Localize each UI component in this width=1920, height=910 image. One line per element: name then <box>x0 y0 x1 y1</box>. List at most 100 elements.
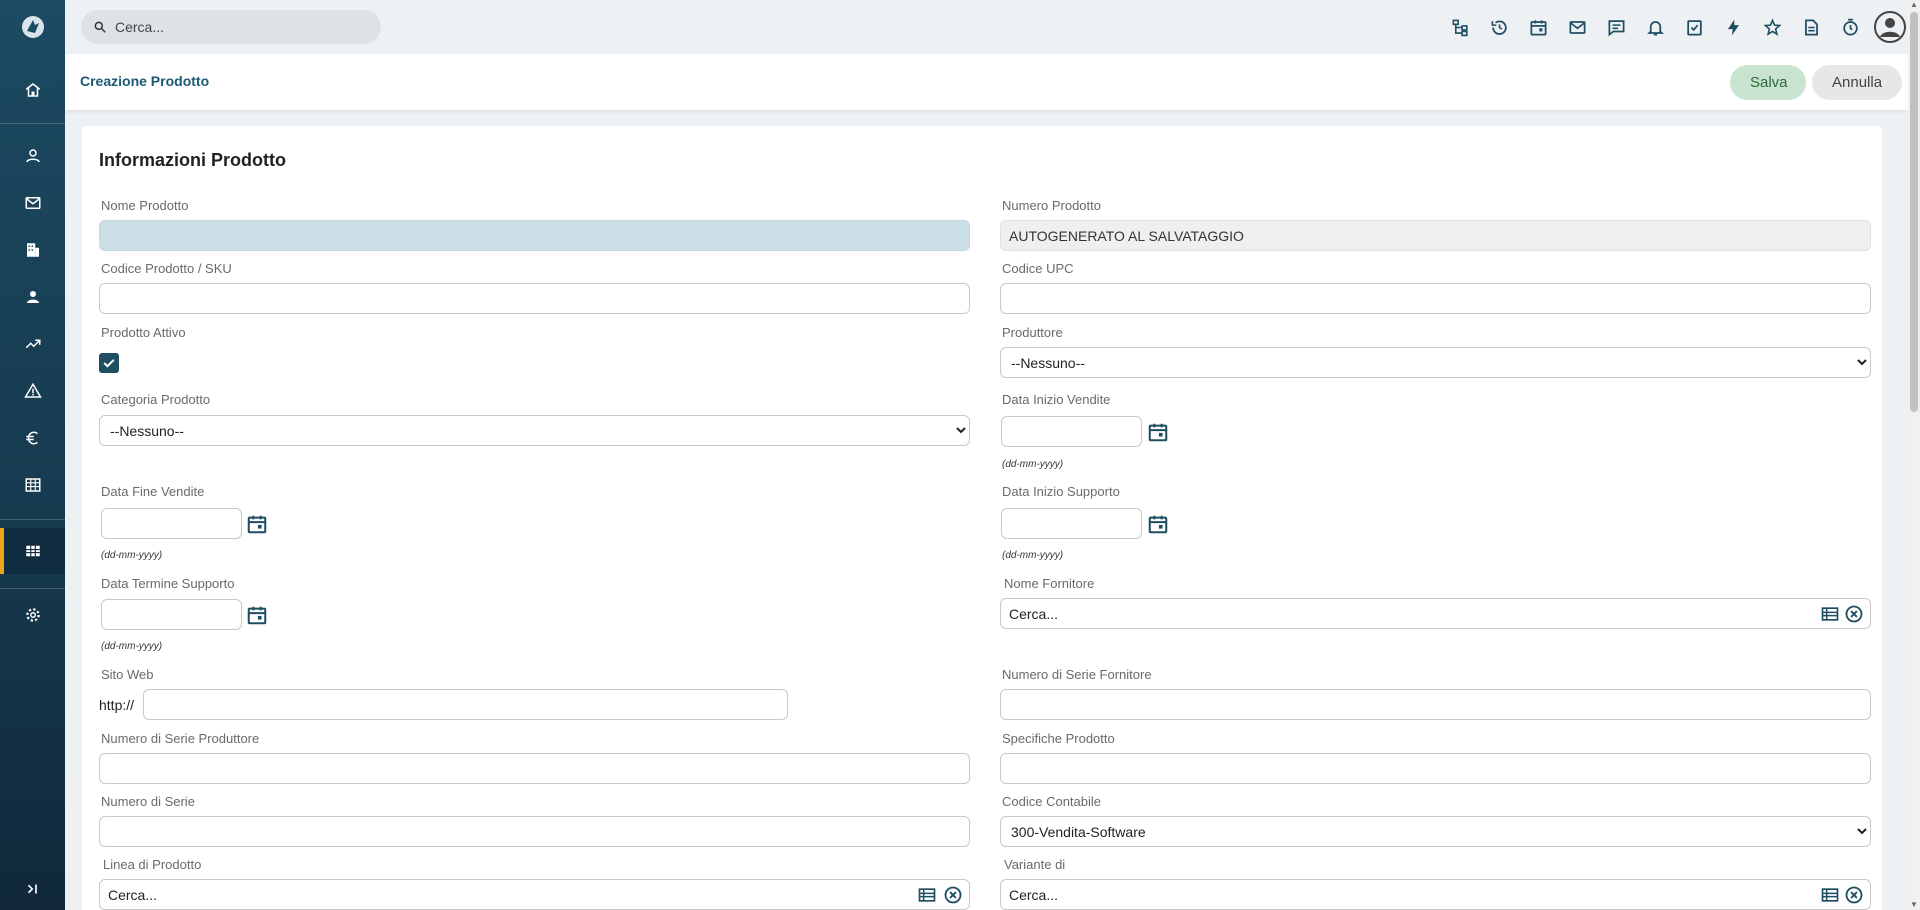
sidebar-item-home[interactable] <box>0 67 65 113</box>
fornitore-clear-button[interactable] <box>1844 604 1864 624</box>
linea-prodotto-input[interactable] <box>108 880 717 909</box>
linea-clear-button[interactable] <box>943 885 963 905</box>
calendar-icon <box>247 606 267 625</box>
data-inizio-vendite-input[interactable] <box>1001 416 1142 447</box>
contact-icon <box>26 291 39 303</box>
numero-serie-input[interactable] <box>99 816 970 847</box>
data-termine-supporto-label: Data Termine Supporto <box>101 576 235 591</box>
app-logo[interactable] <box>0 0 65 54</box>
scroll-down-arrow[interactable]: ▼ <box>1909 900 1919 910</box>
sidebar <box>0 0 65 910</box>
nome-fornitore-label: Nome Fornitore <box>1004 576 1095 591</box>
history-button[interactable] <box>1480 7 1519 47</box>
serie-produttore-input[interactable] <box>99 753 970 784</box>
prodotto-attivo-label: Prodotto Attivo <box>101 325 186 340</box>
linea-prodotto-lookup <box>99 879 970 910</box>
grid-icon <box>25 545 40 557</box>
clear-icon <box>1845 886 1863 904</box>
sidebar-item-quotes[interactable] <box>0 415 65 461</box>
categoria-select[interactable]: --Nessuno-- <box>99 415 970 446</box>
timer-button[interactable] <box>1831 7 1870 47</box>
codice-upc-input[interactable] <box>1000 283 1871 314</box>
mail-icon <box>25 197 40 209</box>
list-icon <box>1821 888 1839 902</box>
documents-button[interactable] <box>1792 7 1831 47</box>
sidebar-item-accounts[interactable] <box>0 227 65 273</box>
fornitore-list-button[interactable] <box>1820 604 1840 624</box>
data-termine-supporto-input[interactable] <box>101 599 242 630</box>
notifications-button[interactable] <box>1636 7 1675 47</box>
user-icon <box>25 149 40 163</box>
linea-list-button[interactable] <box>917 885 937 905</box>
clear-icon <box>1845 605 1863 623</box>
codice-upc-label: Codice UPC <box>1002 261 1074 276</box>
gear-icon <box>25 608 40 622</box>
nome-prodotto-input[interactable] <box>99 220 970 251</box>
sidebar-divider <box>0 519 65 520</box>
sidebar-item-users[interactable] <box>0 133 65 179</box>
produttore-select[interactable]: --Nessuno-- <box>1000 347 1871 378</box>
page-title: Creazione Prodotto <box>80 73 210 89</box>
data-inizio-supporto-input[interactable] <box>1001 508 1142 539</box>
nome-fornitore-lookup <box>1000 598 1871 629</box>
sidebar-item-settings[interactable] <box>0 592 65 638</box>
save-button[interactable]: Salva <box>1730 65 1806 100</box>
variante-clear-button[interactable] <box>1844 885 1864 905</box>
numero-prodotto-field: AUTOGENERATO AL SALVATAGGIO <box>1000 220 1871 251</box>
page-scrollbar[interactable]: ▲ ▼ <box>1908 0 1920 910</box>
task-icon <box>1687 19 1702 35</box>
data-fine-vendite-calendar-button[interactable] <box>246 513 268 535</box>
search-input[interactable] <box>115 19 365 35</box>
codice-prodotto-input[interactable] <box>99 283 970 314</box>
quick-actions-button[interactable] <box>1714 7 1753 47</box>
bell-icon <box>1647 20 1664 35</box>
calendar-icon <box>1148 515 1168 534</box>
data-fine-vendite-input[interactable] <box>101 508 242 539</box>
data-inizio-vendite-calendar-button[interactable] <box>1147 421 1169 443</box>
variante-input[interactable] <box>1009 880 1618 909</box>
hierarchy-button[interactable] <box>1441 7 1480 47</box>
variante-label: Variante di <box>1004 857 1066 872</box>
nome-prodotto-label: Nome Prodotto <box>101 198 189 213</box>
user-avatar[interactable] <box>1874 11 1906 43</box>
hierarchy-icon <box>1452 19 1468 36</box>
sidebar-item-mail[interactable] <box>0 180 65 226</box>
prodotto-attivo-checkbox[interactable] <box>99 353 119 373</box>
sidebar-collapse-button[interactable] <box>0 866 65 910</box>
chat-button[interactable] <box>1597 7 1636 47</box>
calendar-button[interactable] <box>1519 7 1558 47</box>
sito-web-input[interactable] <box>143 689 788 720</box>
codice-prodotto-label: Codice Prodotto / SKU <box>101 261 232 276</box>
sidebar-item-contacts[interactable] <box>0 274 65 320</box>
data-inizio-supporto-calendar-button[interactable] <box>1147 513 1169 535</box>
calendar-icon <box>247 515 267 534</box>
nome-fornitore-input[interactable] <box>1009 599 1618 628</box>
product-form-card: Informazioni Prodotto Nome Prodotto Nume… <box>82 126 1882 910</box>
sidebar-item-opportunities[interactable] <box>0 321 65 367</box>
numero-prodotto-label: Numero Prodotto <box>1002 198 1101 213</box>
specifiche-input[interactable] <box>1000 753 1871 784</box>
tasks-button[interactable] <box>1675 7 1714 47</box>
scroll-up-arrow[interactable]: ▲ <box>1909 0 1919 10</box>
codice-contabile-select[interactable]: 300-Vendita-Software <box>1000 816 1871 847</box>
global-search[interactable] <box>81 10 381 44</box>
data-termine-supporto-calendar-button[interactable] <box>246 604 268 626</box>
star-icon <box>1763 17 1782 36</box>
calendar-icon <box>1530 19 1547 35</box>
history-icon <box>1491 20 1507 35</box>
sito-web-label: Sito Web <box>101 667 154 682</box>
trend-icon <box>25 339 40 349</box>
serie-fornitore-input[interactable] <box>1000 689 1871 720</box>
sidebar-item-cases[interactable] <box>0 368 65 414</box>
scrollbar-thumb[interactable] <box>1910 12 1918 412</box>
cancel-button[interactable]: Annulla <box>1812 65 1902 100</box>
favorites-button[interactable] <box>1753 7 1792 47</box>
variante-list-button[interactable] <box>1820 885 1840 905</box>
produttore-label: Produttore <box>1002 325 1063 340</box>
section-title: Informazioni Prodotto <box>99 150 286 170</box>
chat-icon <box>1608 19 1625 36</box>
email-button[interactable] <box>1558 7 1597 47</box>
sidebar-item-products[interactable] <box>0 528 65 574</box>
collapse-icon <box>27 884 37 894</box>
sidebar-item-reports[interactable] <box>0 462 65 508</box>
